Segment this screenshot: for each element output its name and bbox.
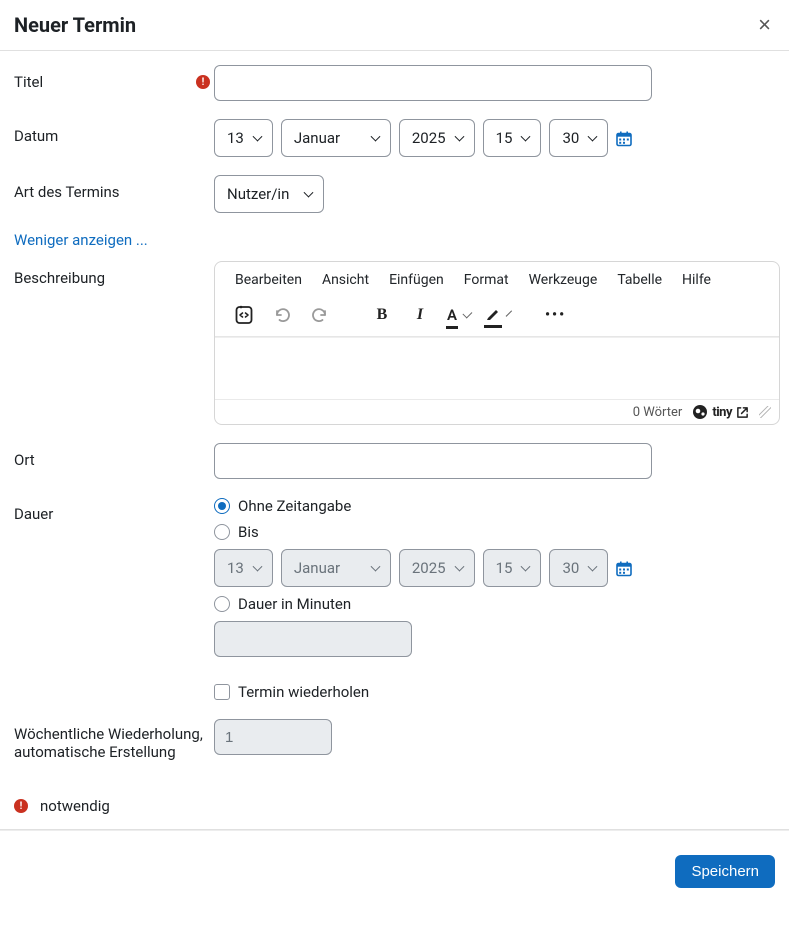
- until-minute-select: 30: [549, 549, 608, 587]
- calendar-icon-until[interactable]: [616, 560, 632, 577]
- resize-grip-icon[interactable]: [759, 406, 771, 418]
- event-type-select[interactable]: Nutzer/in: [214, 175, 324, 213]
- tiny-brand-icon[interactable]: tiny: [692, 404, 749, 420]
- date-minute-select[interactable]: 30: [549, 119, 608, 157]
- date-day-select[interactable]: 13: [214, 119, 273, 157]
- rich-text-editor: Bearbeiten Ansicht Einfügen Format Werkz…: [214, 261, 780, 425]
- location-input[interactable]: [214, 443, 652, 479]
- undo-icon[interactable]: [271, 304, 293, 326]
- title-input[interactable]: [214, 65, 652, 101]
- text-color-icon[interactable]: A: [447, 304, 469, 326]
- editor-menu-help[interactable]: Hilfe: [682, 272, 711, 288]
- redo-icon[interactable]: [309, 304, 331, 326]
- label-type: Art des Termins: [14, 183, 120, 201]
- editor-menu-tools[interactable]: Werkzeuge: [529, 272, 598, 288]
- more-icon[interactable]: •••: [545, 307, 566, 323]
- modal-title: Neuer Termin: [14, 13, 136, 37]
- label-title: Titel: [14, 73, 43, 91]
- required-note: notwendig: [40, 797, 110, 815]
- italic-icon[interactable]: I: [409, 304, 431, 326]
- radio-label-none: Ohne Zeitangabe: [238, 497, 351, 515]
- editor-menu-format[interactable]: Format: [464, 272, 509, 288]
- date-month-select[interactable]: Januar: [281, 119, 391, 157]
- duration-minutes-input: [214, 621, 412, 657]
- required-icon-footer: !: [14, 799, 28, 813]
- radio-label-minutes: Dauer in Minuten: [238, 595, 351, 613]
- close-button[interactable]: ×: [754, 12, 775, 38]
- repeat-label: Termin wiederholen: [238, 683, 369, 701]
- editor-menu-table[interactable]: Tabelle: [617, 272, 662, 288]
- until-year-select: 2025: [399, 549, 475, 587]
- editor-menu-insert[interactable]: Einfügen: [389, 272, 444, 288]
- label-location: Ort: [14, 451, 35, 469]
- word-count: 0 Wörter: [633, 405, 683, 420]
- radio-label-until: Bis: [238, 523, 259, 541]
- until-hour-select: 15: [483, 549, 542, 587]
- label-description: Beschreibung: [14, 269, 105, 287]
- weekly-repeat-input: [214, 719, 332, 755]
- date-hour-select[interactable]: 15: [483, 119, 542, 157]
- highlight-icon[interactable]: [485, 304, 507, 326]
- until-month-select: Januar: [281, 549, 391, 587]
- repeat-checkbox[interactable]: [214, 684, 230, 700]
- label-date: Datum: [14, 127, 58, 145]
- date-year-select[interactable]: 2025: [399, 119, 475, 157]
- show-less-link[interactable]: Weniger anzeigen ...: [14, 231, 148, 249]
- required-icon: !: [196, 75, 210, 89]
- editor-menu-edit[interactable]: Bearbeiten: [235, 272, 302, 288]
- label-duration: Dauer: [14, 505, 53, 523]
- source-code-icon[interactable]: [233, 304, 255, 326]
- radio-duration-none[interactable]: [214, 498, 230, 514]
- until-day-select: 13: [214, 549, 273, 587]
- editor-menu-view[interactable]: Ansicht: [322, 272, 369, 288]
- editor-content-area[interactable]: [215, 337, 779, 399]
- calendar-icon[interactable]: [616, 130, 632, 147]
- radio-duration-minutes[interactable]: [214, 596, 230, 612]
- save-button[interactable]: Speichern: [675, 855, 775, 888]
- bold-icon[interactable]: B: [371, 304, 393, 326]
- radio-duration-until[interactable]: [214, 524, 230, 540]
- label-weekly-repeat: Wöchentliche Wiederholung, automatische …: [14, 725, 214, 761]
